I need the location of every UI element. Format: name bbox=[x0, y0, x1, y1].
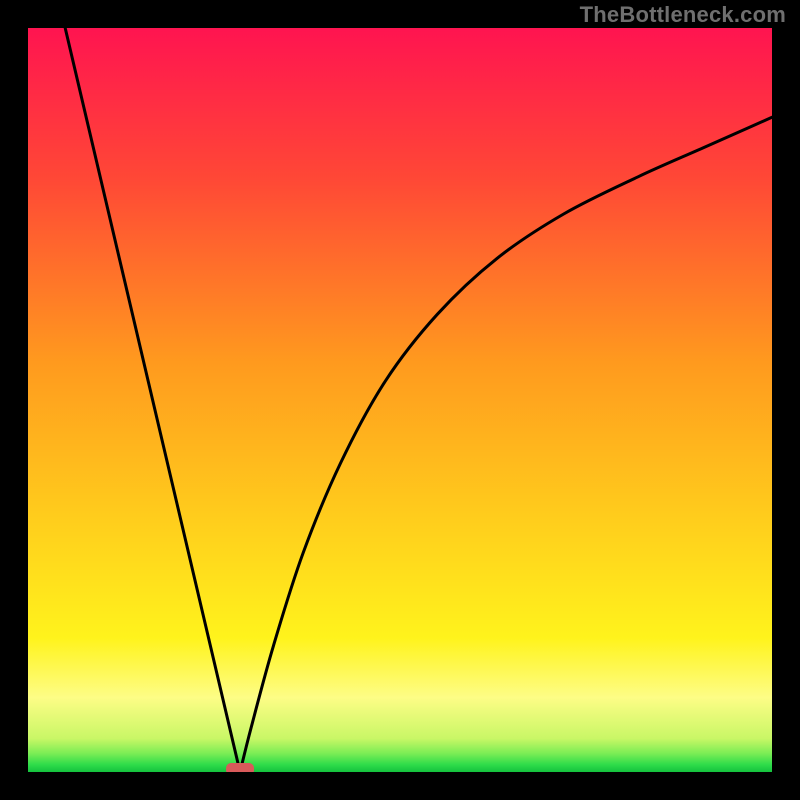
outer-frame: TheBottleneck.com bbox=[0, 0, 800, 800]
watermark-text: TheBottleneck.com bbox=[580, 2, 786, 28]
chart-svg bbox=[28, 28, 772, 772]
chart-plot-area bbox=[28, 28, 772, 772]
minimum-marker bbox=[226, 763, 254, 772]
gradient-background bbox=[28, 28, 772, 772]
